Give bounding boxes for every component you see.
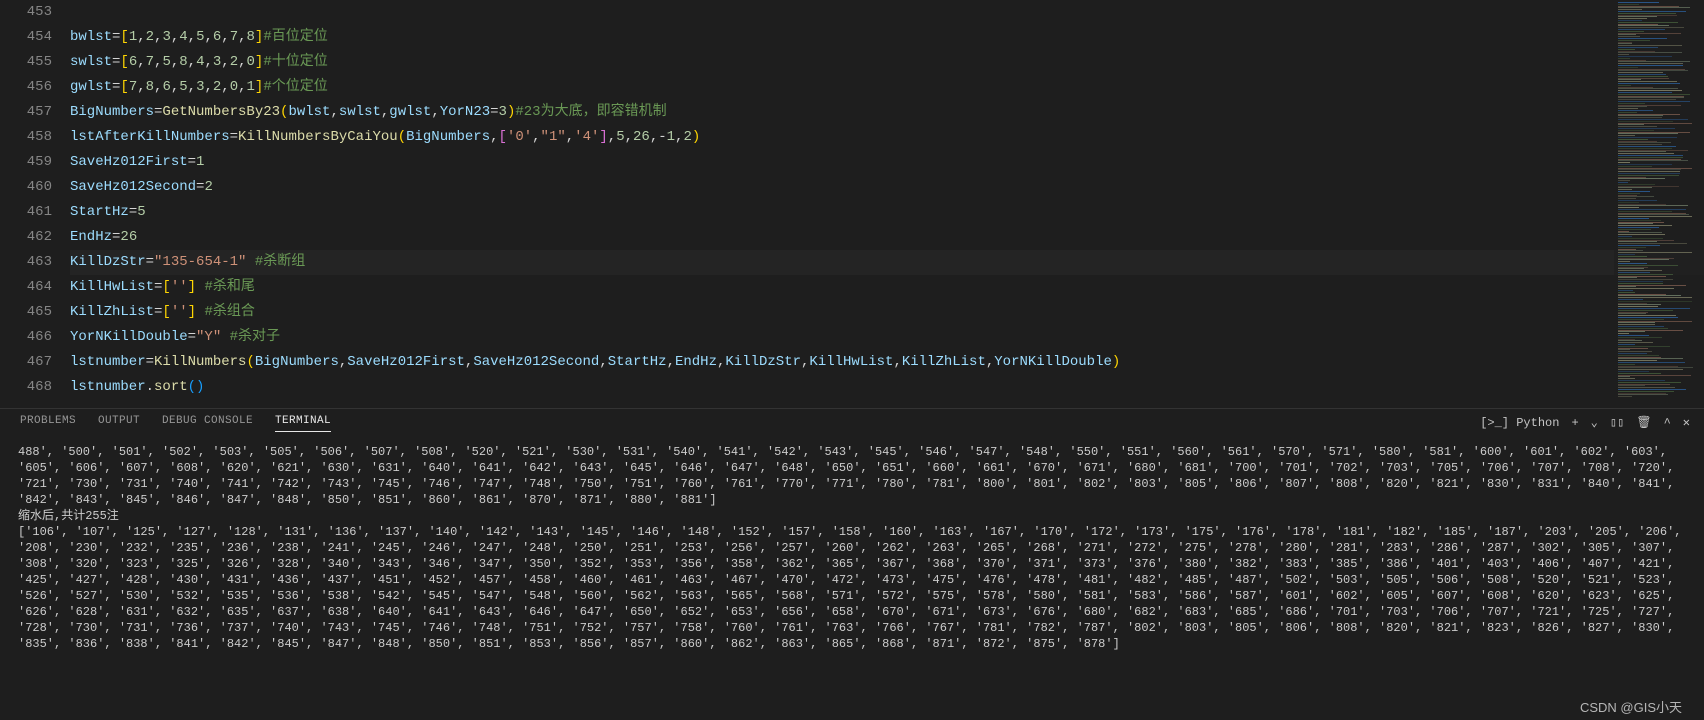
chevron-up-icon[interactable]: ^ xyxy=(1664,416,1671,430)
code-line[interactable]: swlst=[6,7,5,8,4,3,2,0]#十位定位 xyxy=(70,50,1704,75)
code-line[interactable]: SaveHz012Second=2 xyxy=(70,175,1704,200)
code-line[interactable]: lstnumber.sort() xyxy=(70,375,1704,400)
code-line[interactable]: KillHwList=[''] #杀和尾 xyxy=(70,275,1704,300)
code-line[interactable]: gwlst=[7,8,6,5,3,2,0,1]#个位定位 xyxy=(70,75,1704,100)
close-panel-icon[interactable]: ✕ xyxy=(1683,415,1690,430)
code-line[interactable]: lstAfterKillNumbers=KillNumbersByCaiYou(… xyxy=(70,125,1704,150)
panel-tab-problems[interactable]: PROBLEMS xyxy=(20,415,76,432)
terminal-output[interactable]: 488', '500', '501', '502', '503', '505',… xyxy=(0,440,1704,720)
minimap[interactable] xyxy=(1614,0,1704,405)
code-line[interactable] xyxy=(70,0,1704,25)
code-line[interactable]: KillZhList=[''] #杀组合 xyxy=(70,300,1704,325)
code-line[interactable]: lstnumber=KillNumbers(BigNumbers,SaveHz0… xyxy=(70,350,1704,375)
launch-profile[interactable]: [>_] Python xyxy=(1480,416,1559,430)
panel-actions: [>_] Python + ⌄ ▯▯ 🗑 ^ ✕ xyxy=(1480,415,1690,430)
code-line[interactable]: EndHz=26 xyxy=(70,225,1704,250)
code-line[interactable]: bwlst=[1,2,3,4,5,6,7,8]#百位定位 xyxy=(70,25,1704,50)
code-line[interactable]: KillDzStr="135-654-1" #杀断组 xyxy=(70,250,1704,275)
bottom-panel: PROBLEMS OUTPUT DEBUG CONSOLE TERMINAL [>_]… xyxy=(0,408,1704,720)
code-line[interactable]: BigNumbers=GetNumbersBy23(bwlst,swlst,gw… xyxy=(70,100,1704,125)
watermark: CSDN @GIS小天 xyxy=(1580,697,1682,716)
split-terminal-icon[interactable]: ▯▯ xyxy=(1610,415,1624,430)
panel-tab-terminal[interactable]: TERMINAL xyxy=(275,415,331,432)
panel-tabs: PROBLEMS OUTPUT DEBUG CONSOLE TERMINAL xyxy=(0,409,1704,440)
code-line[interactable]: StartHz=5 xyxy=(70,200,1704,225)
line-number-gutter: 4534544554564574584594604614624634644654… xyxy=(0,0,70,405)
code-editor[interactable]: 4534544554564574584594604614624634644654… xyxy=(0,0,1704,405)
code-area[interactable]: bwlst=[1,2,3,4,5,6,7,8]#百位定位swlst=[6,7,5… xyxy=(70,0,1704,405)
trash-icon[interactable]: 🗑 xyxy=(1636,415,1651,430)
code-line[interactable]: SaveHz012First=1 xyxy=(70,150,1704,175)
panel-tab-output[interactable]: OUTPUT xyxy=(98,415,140,432)
code-line[interactable]: YorNKillDouble="Y" #杀对子 xyxy=(70,325,1704,350)
new-terminal-icon[interactable]: + xyxy=(1571,416,1578,430)
panel-tab-debug-console[interactable]: DEBUG CONSOLE xyxy=(162,415,253,432)
chevron-down-icon[interactable]: ⌄ xyxy=(1591,415,1598,430)
